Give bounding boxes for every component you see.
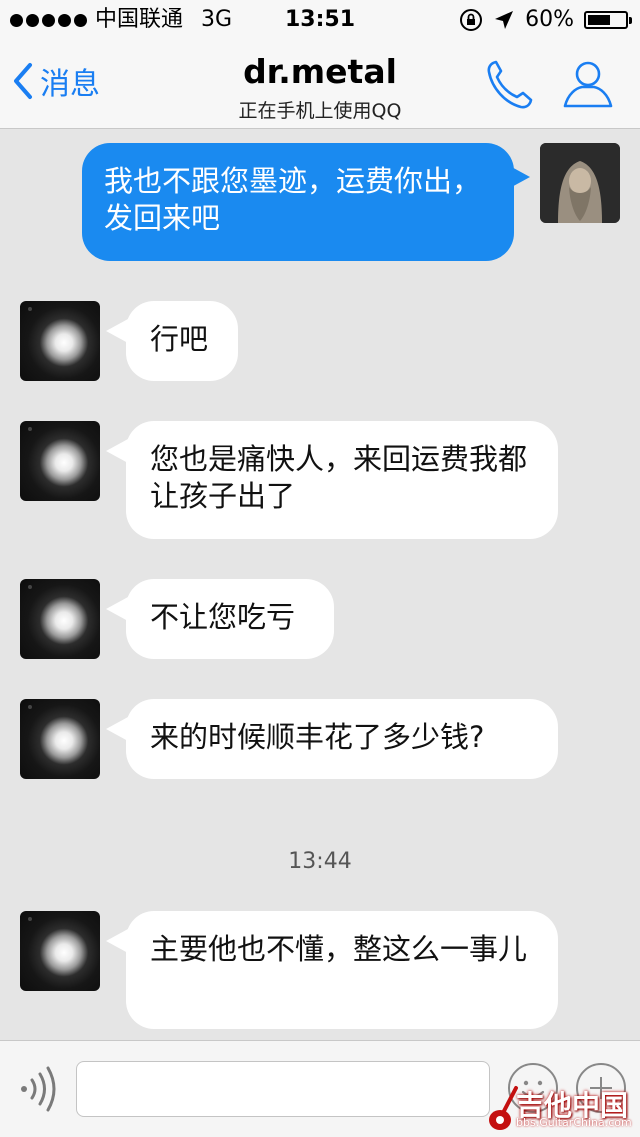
message-text: 来的时候顺丰花了多少钱?	[150, 720, 485, 754]
contact-avatar[interactable]	[20, 301, 100, 381]
bubble-tail	[106, 439, 128, 463]
avatar-photo-icon	[540, 143, 620, 223]
message-text: 我也不跟您墨迹，运费你出，发回来吧	[104, 164, 482, 235]
profile-button[interactable]	[560, 56, 616, 112]
bubble-tail	[508, 165, 530, 189]
person-icon	[563, 61, 613, 108]
bubble-tail	[106, 717, 128, 741]
rotation-lock-icon	[460, 9, 483, 31]
message-text: 您也是痛快人，来回运费我都让孩子出了	[150, 442, 528, 513]
incoming-message[interactable]: 来的时候顺丰花了多少钱?	[126, 699, 558, 779]
site-watermark: 吉他中国 bbs.GuitarChina.com	[486, 1080, 640, 1136]
message-text: 主要他也不懂，整这么一事儿	[150, 932, 528, 966]
phone-icon	[487, 60, 533, 109]
battery-percent: 60%	[525, 7, 574, 32]
page-subtitle: 正在手机上使用QQ	[238, 100, 402, 122]
my-avatar[interactable]	[540, 143, 620, 223]
incoming-message[interactable]: 不让您吃亏	[126, 579, 334, 659]
outgoing-message[interactable]: 我也不跟您墨迹，运费你出，发回来吧	[82, 143, 514, 261]
page-title: dr.metal	[243, 52, 397, 91]
message-input[interactable]	[76, 1061, 490, 1117]
call-button[interactable]	[484, 58, 534, 112]
bubble-tail	[106, 319, 128, 343]
message-text: 行吧	[150, 322, 209, 356]
bubble-tail	[106, 597, 128, 621]
location-arrow-icon	[495, 11, 514, 29]
status-bar: 中国联通 3G 13:51 60%	[0, 0, 640, 40]
chat-area[interactable]: 我也不跟您墨迹，运费你出，发回来吧 行吧 您也是痛快人，来回运费我都让孩子出了 …	[0, 129, 640, 1040]
nav-bar: 消息 dr.metal 正在手机上使用QQ	[0, 40, 640, 129]
incoming-message[interactable]: 主要他也不懂，整这么一事儿	[126, 911, 558, 1029]
voice-button[interactable]	[18, 1065, 58, 1113]
contact-avatar[interactable]	[20, 699, 100, 779]
guitar-logo-icon	[489, 1086, 518, 1130]
message-text: 不让您吃亏	[150, 600, 296, 634]
contact-avatar[interactable]	[20, 911, 100, 991]
incoming-message[interactable]: 您也是痛快人，来回运费我都让孩子出了	[126, 421, 558, 539]
battery-level	[588, 15, 610, 25]
bubble-tail	[106, 929, 128, 953]
incoming-message[interactable]: 行吧	[126, 301, 238, 381]
chat-timestamp: 13:44	[288, 849, 352, 874]
contact-avatar[interactable]	[20, 421, 100, 501]
battery-icon	[584, 11, 632, 29]
contact-avatar[interactable]	[20, 579, 100, 659]
watermark-url: bbs.GuitarChina.com	[516, 1116, 632, 1129]
status-right: 60%	[459, 0, 632, 40]
voice-wave-icon	[21, 1066, 56, 1112]
